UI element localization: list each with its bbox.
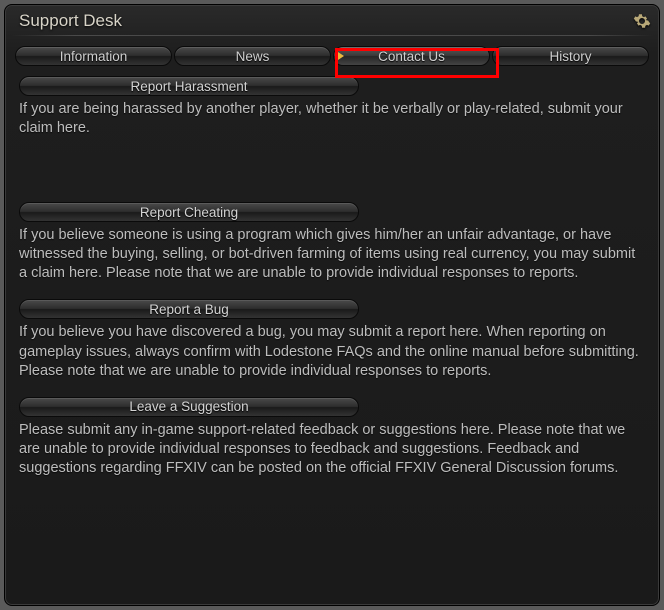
section-description: Please submit any in-game support-relate…	[19, 421, 645, 478]
section-description: If you believe someone is using a progra…	[19, 226, 645, 283]
section-report-harassment: Report Harassment If you are being haras…	[19, 76, 645, 186]
section-title: Leave a Suggestion	[129, 399, 248, 414]
tab-label: Contact Us	[378, 49, 445, 64]
section-description: If you are being harassed by another pla…	[19, 100, 645, 138]
section-title: Report Harassment	[130, 79, 247, 94]
window-title: Support Desk	[19, 11, 122, 31]
support-desk-window: Support Desk Information News Contact Us…	[4, 4, 660, 606]
tab-label: Information	[60, 49, 128, 64]
leave-suggestion-button[interactable]: Leave a Suggestion	[19, 397, 359, 417]
section-leave-suggestion: Leave a Suggestion Please submit any in-…	[19, 397, 645, 478]
tab-information[interactable]: Information	[15, 46, 172, 66]
report-bug-button[interactable]: Report a Bug	[19, 299, 359, 319]
content-area: Report Harassment If you are being haras…	[5, 72, 659, 488]
section-title: Report Cheating	[140, 205, 238, 220]
tab-news[interactable]: News	[174, 46, 331, 66]
tabs: Information News Contact Us History	[5, 38, 659, 72]
tab-label: History	[549, 49, 591, 64]
report-cheating-button[interactable]: Report Cheating	[19, 202, 359, 222]
report-harassment-button[interactable]: Report Harassment	[19, 76, 359, 96]
section-description: If you believe you have discovered a bug…	[19, 323, 645, 380]
section-title: Report a Bug	[149, 302, 229, 317]
titlebar-divider	[11, 35, 653, 36]
titlebar: Support Desk	[5, 5, 659, 35]
settings-gear-icon[interactable]	[633, 12, 651, 30]
tab-label: News	[236, 49, 270, 64]
tab-contact-us[interactable]: Contact Us	[333, 46, 490, 66]
tab-history[interactable]: History	[492, 46, 649, 66]
section-report-bug: Report a Bug If you believe you have dis…	[19, 299, 645, 380]
section-report-cheating: Report Cheating If you believe someone i…	[19, 202, 645, 283]
